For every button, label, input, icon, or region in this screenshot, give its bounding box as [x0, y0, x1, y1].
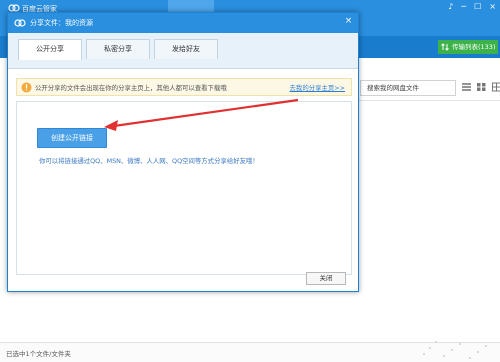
- resize-grip-icon: [423, 341, 487, 359]
- close-button[interactable]: 关闭: [306, 272, 346, 285]
- notice-text: 公开分享的文件会出现在你的分享主页上，其他人都可以查看下载哦: [35, 84, 227, 92]
- list-view-icon[interactable]: [462, 82, 471, 92]
- tab-public-share[interactable]: 公开分享: [18, 39, 82, 60]
- view-toggle-group: [462, 82, 500, 92]
- dialog-title: 分享文件：我的资源: [30, 19, 93, 27]
- share-notice: 公开分享的文件会出现在你的分享主页上，其他人都可以查看下载哦 去我的分享主页>>: [16, 78, 352, 96]
- transfer-arrows-icon: [441, 43, 449, 51]
- transfer-list-label: 传输列表(133): [452, 43, 496, 51]
- dialog-close-icon[interactable]: ×: [343, 16, 354, 27]
- grid-view-icon[interactable]: [477, 82, 486, 92]
- create-public-link-button[interactable]: 创建公开链接: [37, 128, 107, 148]
- dialog-title-bar[interactable]: 分享文件：我的资源 ×: [8, 13, 358, 33]
- share-dialog: 分享文件：我的资源 × 公开分享 私密分享 发给好友 公开分享的文件会出现在你的…: [7, 12, 359, 292]
- my-share-page-link[interactable]: 去我的分享主页>>: [290, 83, 345, 92]
- info-icon: [21, 82, 32, 93]
- skin-icon[interactable]: ♪: [448, 2, 453, 11]
- app-divider: [358, 100, 500, 101]
- share-description: 你可以将链接通过QQ、MSN、微博、人人网、QQ空间等方式分享给好友哦！: [39, 157, 259, 165]
- search-input[interactable]: 搜索我的网盘文件: [360, 80, 456, 96]
- cloud-logo-icon: [14, 19, 26, 27]
- share-content-panel: 创建公开链接 你可以将链接通过QQ、MSN、微博、人人网、QQ空间等方式分享给好…: [16, 101, 352, 275]
- window-controls: ♪ ─ ☐ ×: [448, 2, 496, 11]
- tab-private-share[interactable]: 私密分享: [86, 39, 150, 59]
- thumbnail-view-icon[interactable]: [492, 82, 500, 92]
- maximize-icon[interactable]: ☐: [474, 2, 481, 11]
- minimize-icon[interactable]: ─: [461, 2, 466, 11]
- status-text: 已选中1个文件/文件夹: [6, 350, 71, 358]
- transfer-list-button[interactable]: 传输列表(133): [438, 40, 498, 54]
- tab-send-to-friends[interactable]: 发给好友: [154, 39, 218, 59]
- close-icon[interactable]: ×: [489, 2, 496, 11]
